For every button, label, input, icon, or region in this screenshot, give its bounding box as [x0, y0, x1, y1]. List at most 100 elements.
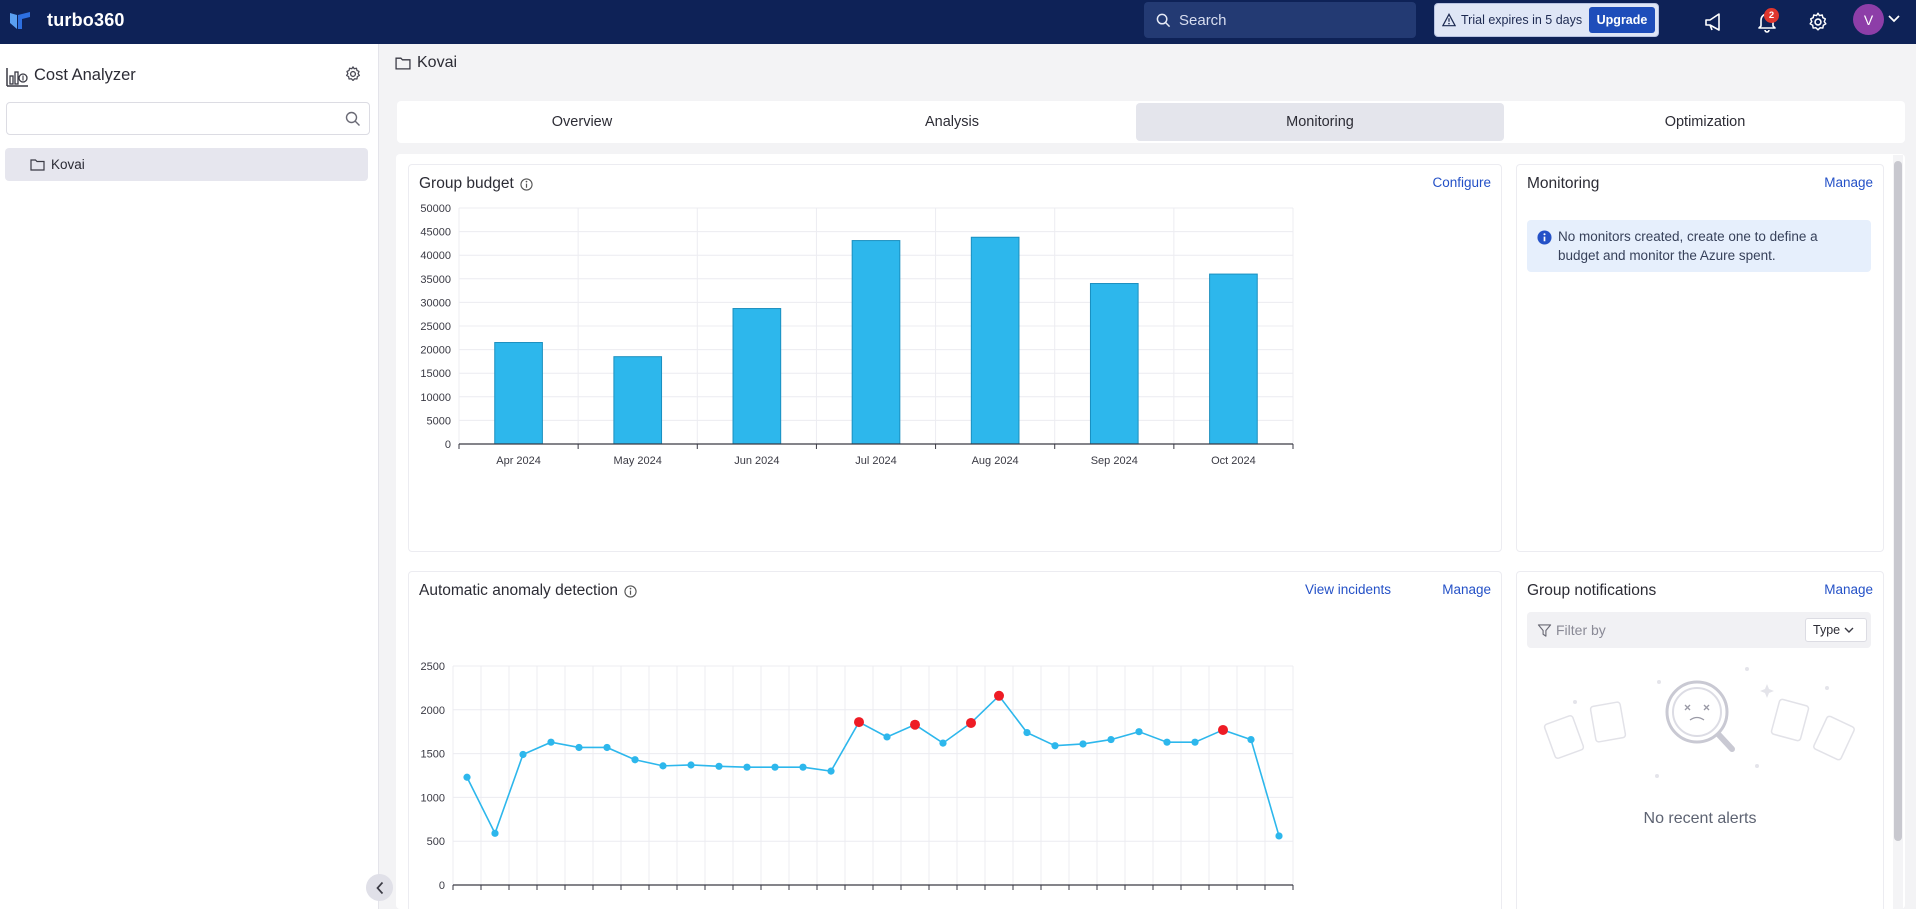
- y-tick-label: 5000: [427, 415, 451, 427]
- data-point: [883, 733, 891, 741]
- y-tick-label: 1000: [421, 792, 445, 804]
- cost-analyzer-icon: [6, 68, 28, 87]
- y-tick-label: 2000: [421, 705, 445, 717]
- announcement-icon[interactable]: [1703, 10, 1727, 34]
- top-bar: turbo360 Search Trial expires in 5 days …: [0, 0, 1916, 44]
- y-tick-label: 30000: [420, 297, 451, 309]
- data-point: [687, 761, 695, 769]
- y-tick-label: 45000: [420, 227, 451, 239]
- x-tick-label: Jun 2024: [734, 455, 779, 467]
- bar-jul-2024: [851, 240, 901, 445]
- notification-count-badge: 2: [1764, 8, 1779, 23]
- y-tick-label: 500: [427, 836, 445, 848]
- search-placeholder: Search: [1179, 11, 1227, 29]
- content-scrollbar-thumb[interactable]: [1894, 161, 1902, 841]
- breadcrumb-label: Kovai: [417, 54, 458, 71]
- y-tick-label: 0: [439, 880, 445, 892]
- trial-text: Trial expires in 5 days: [1461, 13, 1583, 27]
- x-tick-label: May 2024: [614, 455, 662, 467]
- sidebar-title: Cost Analyzer: [34, 66, 136, 84]
- y-tick-label: 50000: [420, 203, 451, 215]
- bar-may-2024: [613, 356, 663, 445]
- collapse-sidebar-button[interactable]: [366, 874, 393, 901]
- bar-apr-2024: [494, 342, 543, 445]
- y-tick-label: 2500: [421, 661, 445, 673]
- y-tick-label: 40000: [420, 250, 451, 262]
- data-point: [1107, 735, 1115, 744]
- folder-icon: [30, 159, 45, 171]
- sidebar-item-kovai[interactable]: Kovai: [5, 148, 368, 181]
- monitoring-title: Monitoring: [1527, 175, 1600, 192]
- bar-jun-2024: [732, 308, 782, 445]
- y-tick-label: 0: [445, 439, 451, 451]
- tab-overview[interactable]: Overview: [399, 103, 765, 141]
- filter-funnel-icon: [1537, 623, 1552, 637]
- data-point: [827, 767, 835, 775]
- x-tick-label: Oct 2024: [1211, 455, 1256, 467]
- sidebar-settings-gear-icon[interactable]: [344, 65, 362, 83]
- data-point: [1051, 742, 1059, 750]
- tab-analysis[interactable]: Analysis: [769, 103, 1135, 141]
- sidebar: Cost Analyzer Kovai: [0, 44, 379, 909]
- data-point: [1023, 728, 1031, 737]
- data-point: [799, 763, 807, 771]
- filter-placeholder: Filter by: [1556, 622, 1606, 638]
- x-tick-label: Aug 2024: [972, 455, 1019, 467]
- chevron-left-icon: [375, 881, 383, 894]
- y-tick-label: 20000: [420, 345, 451, 357]
- data-point: [1163, 738, 1171, 746]
- filter-input[interactable]: Filter by Type: [1527, 612, 1871, 648]
- group-budget-chart: 0 5000 10000 15000 20000 25000 30000 35000 40000…: [420, 203, 1294, 467]
- group-notifications-title: Group notifications: [1527, 582, 1657, 599]
- sidebar-item-label: Kovai: [51, 157, 85, 172]
- settings-gear-icon[interactable]: [1806, 10, 1830, 34]
- breadcrumb: Kovai: [395, 54, 457, 72]
- data-point: [1247, 735, 1255, 744]
- x-tick-label: Apr 2024: [496, 455, 541, 467]
- no-monitors-text: No monitors created, create one to defin…: [1558, 229, 1818, 263]
- tab-bar: Overview Analysis Monitoring Optimizatio…: [397, 101, 1905, 143]
- search-icon[interactable]: [345, 111, 361, 127]
- data-point: [1191, 738, 1199, 746]
- user-avatar[interactable]: V: [1853, 4, 1884, 35]
- data-point: [547, 738, 555, 746]
- chevron-down-icon[interactable]: [1888, 14, 1900, 24]
- data-point: [519, 750, 527, 759]
- type-dropdown-label: Type: [1813, 623, 1841, 637]
- data-point: [771, 763, 779, 771]
- anomaly-point: [966, 717, 976, 728]
- no-alerts-illustration: [1543, 667, 1855, 778]
- data-point: [939, 739, 947, 747]
- y-tick-label: 10000: [420, 392, 451, 404]
- y-tick-label: 15000: [420, 368, 451, 380]
- folder-icon: [395, 57, 411, 70]
- data-point: [1275, 832, 1283, 840]
- upgrade-button[interactable]: Upgrade: [1589, 7, 1655, 33]
- x-tick-label: Sep 2024: [1091, 455, 1138, 467]
- bar-oct-2024: [1209, 273, 1258, 445]
- search-icon: [1156, 13, 1171, 27]
- tab-optimization[interactable]: Optimization: [1509, 103, 1901, 141]
- data-point: [743, 763, 751, 771]
- data-point: [715, 762, 723, 770]
- data-point: [603, 743, 611, 752]
- y-tick-label: 1500: [421, 749, 445, 761]
- data-point: [491, 829, 499, 837]
- tab-monitoring[interactable]: Monitoring: [1136, 103, 1504, 141]
- data-point: [575, 743, 583, 752]
- anomaly-point: [910, 719, 920, 730]
- chevron-down-icon: [1844, 627, 1854, 633]
- turbo360-logo-icon[interactable]: [8, 9, 32, 33]
- info-icon: [1537, 230, 1552, 245]
- bar-sep-2024: [1089, 283, 1139, 445]
- data-point: [1079, 740, 1087, 748]
- global-search[interactable]: Search: [1144, 2, 1416, 38]
- anomaly-point: [854, 717, 864, 728]
- monitoring-manage-link[interactable]: Manage: [1824, 175, 1873, 190]
- data-point: [463, 773, 471, 781]
- type-dropdown[interactable]: Type: [1805, 618, 1867, 642]
- notifications-manage-link[interactable]: Manage: [1824, 582, 1873, 597]
- sidebar-search-input[interactable]: [6, 102, 370, 135]
- data-point: [659, 762, 667, 770]
- brand-name[interactable]: turbo360: [47, 10, 125, 31]
